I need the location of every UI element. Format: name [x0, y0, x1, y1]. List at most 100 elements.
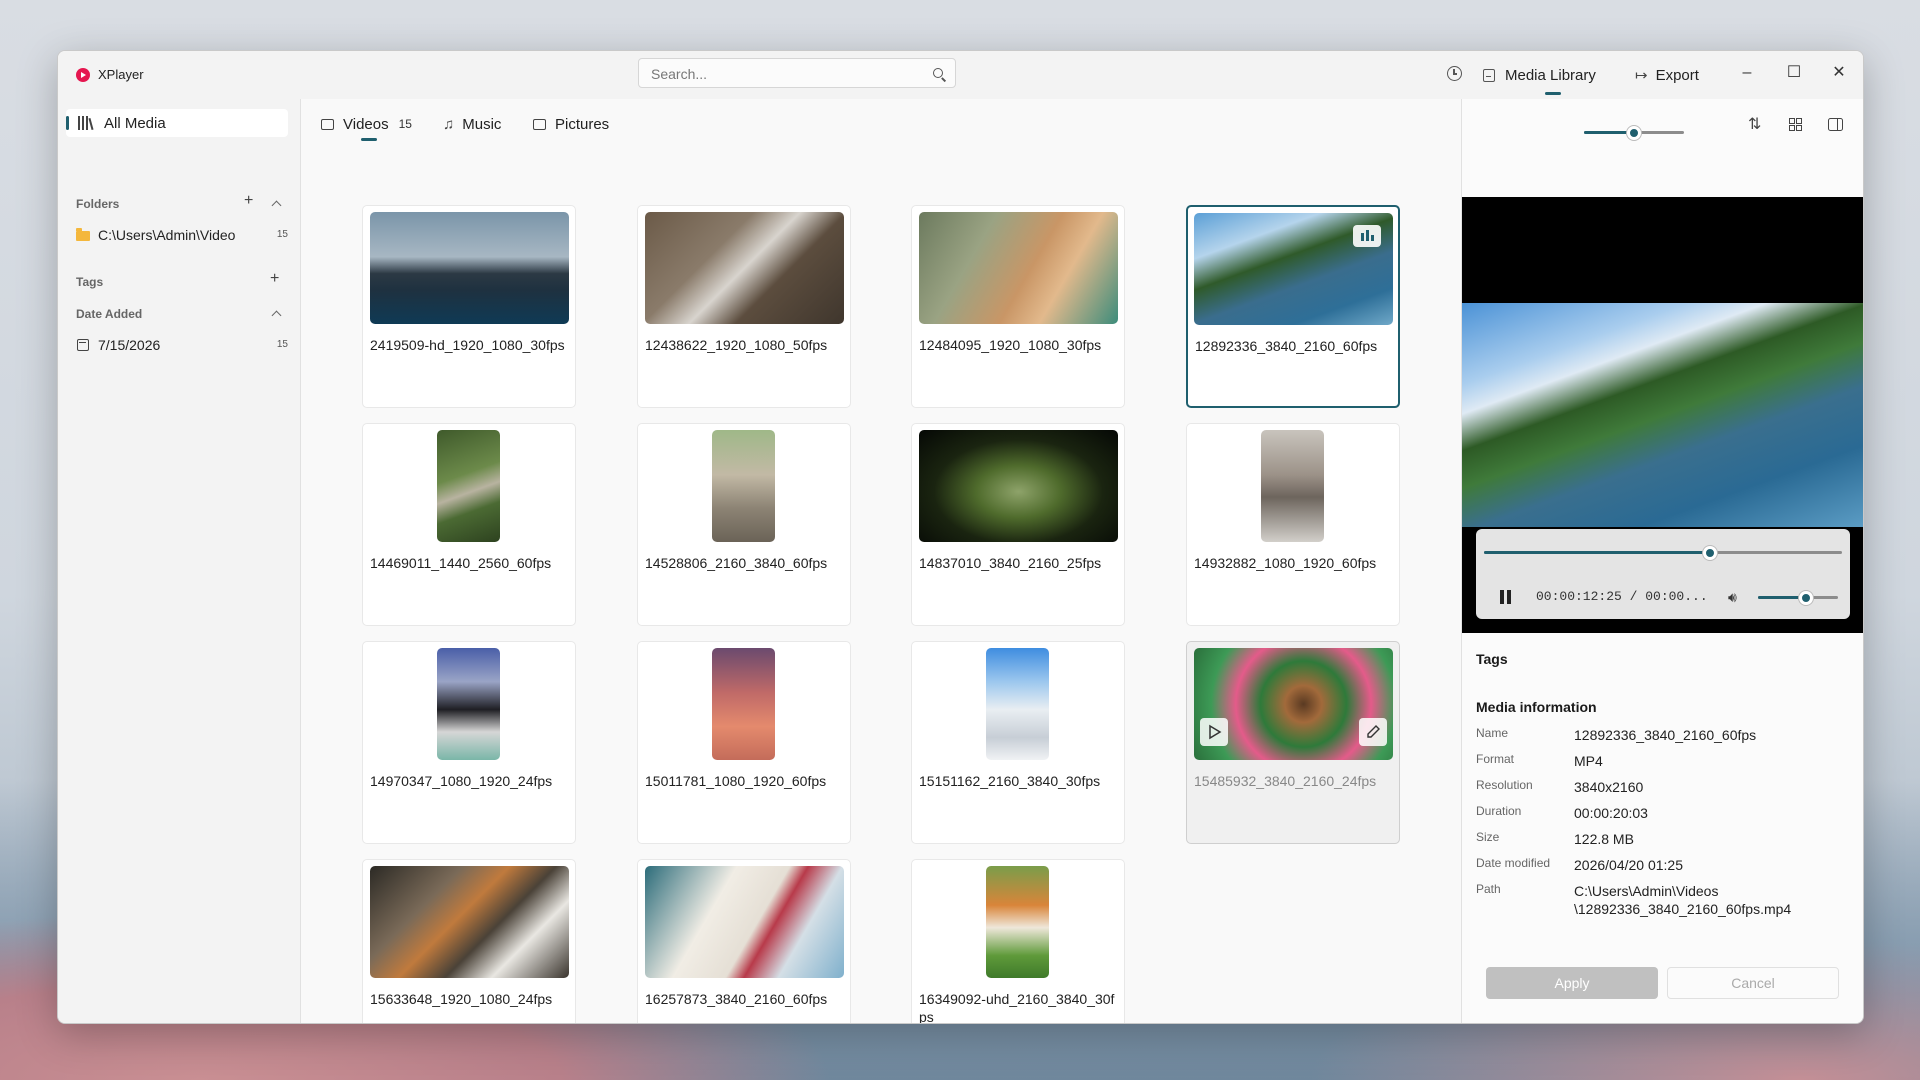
date-count: 15 [276, 339, 288, 350]
media-thumbnail [712, 648, 775, 760]
sidebar-item-folder[interactable]: C:\Users\Admin\Video 15 [76, 223, 288, 249]
media-card-selected[interactable]: 12892336_3840_2160_60fps [1186, 205, 1400, 408]
export-button[interactable]: ↦ Export [1635, 63, 1699, 87]
date-label: 7/15/2026 [98, 337, 161, 353]
media-thumbnail [712, 430, 775, 542]
picture-icon [533, 118, 546, 130]
details-panel: 00:00:12:25 / 00:00... 🔊︎ Tags Media inf… [1461, 99, 1863, 1023]
collapse-folders-icon[interactable] [271, 200, 282, 211]
folders-header: Folders [76, 197, 120, 211]
zoom-slider[interactable] [1584, 123, 1684, 143]
tab-label: Music [462, 115, 502, 133]
media-card[interactable]: 14837010_3840_2160_25fps [911, 423, 1125, 626]
info-key: Resolution [1476, 778, 1533, 792]
volume-icon[interactable]: 🔊︎ [1728, 589, 1737, 606]
media-card[interactable]: 15011781_1080_1920_60fps [637, 641, 851, 844]
zoom-handle[interactable] [1627, 126, 1641, 140]
player-controls: 00:00:12:25 / 00:00... 🔊︎ [1476, 529, 1850, 619]
app-title: XPlayer [98, 67, 144, 82]
media-card-hovered[interactable]: 15485932_3840_2160_24fps [1186, 641, 1400, 844]
info-value: MP4 [1574, 753, 1603, 769]
info-key: Format [1476, 752, 1515, 766]
toggle-details-panel-icon[interactable] [1828, 118, 1843, 131]
maximize-icon[interactable]: ☐ [1779, 60, 1809, 86]
sidebar-item-date[interactable]: 7/15/2026 15 [76, 333, 288, 359]
media-card[interactable]: 14528806_2160_3840_60fps [637, 423, 851, 626]
sort-icon[interactable]: ⇅ [1748, 114, 1761, 134]
tab-label: Pictures [555, 115, 610, 133]
info-value: 00:00:20:03 [1574, 805, 1648, 821]
sidebar: All Media Folders + C:\Users\Admin\Video… [58, 99, 301, 1023]
sidebar-item-label: All Media [104, 115, 166, 132]
info-key: Date modified [1476, 856, 1551, 870]
media-card[interactable]: 2419509-hd_1920_1080_30fps [362, 205, 576, 408]
sidebar-item-all-media[interactable]: All Media [66, 109, 288, 137]
media-name: 16349092-uhd_2160_3840_30fps [919, 991, 1115, 1024]
volume-handle[interactable] [1799, 591, 1813, 605]
media-library-button[interactable]: Media Library [1483, 63, 1596, 87]
video-icon [321, 118, 334, 130]
media-thumbnail [919, 212, 1118, 324]
tab-videos[interactable]: Videos 15 [321, 111, 412, 137]
media-name: 14837010_3840_2160_25fps [919, 555, 1102, 571]
media-card[interactable]: 14970347_1080_1920_24fps [362, 641, 576, 844]
cancel-button[interactable]: Cancel [1667, 967, 1839, 999]
media-name: 15011781_1080_1920_60fps [645, 773, 827, 789]
info-value: 3840x2160 [1574, 779, 1644, 795]
active-indicator [66, 116, 69, 130]
media-card[interactable]: 15151162_2160_3840_30fps [911, 641, 1125, 844]
minimize-icon[interactable]: – [1732, 60, 1762, 86]
media-name: 12892336_3840_2160_60fps [1195, 338, 1378, 354]
title-bar: XPlayer Media Library ↦ Export – ☐ ✕ [58, 51, 1863, 99]
media-thumbnail [437, 430, 500, 542]
app-logo-icon [76, 68, 90, 82]
media-card[interactable]: 12438622_1920_1080_50fps [637, 205, 851, 408]
media-grid-area: Videos 15 ♫ Music Pictures 2419509-hd_19… [301, 99, 1461, 1023]
apply-button[interactable]: Apply [1486, 967, 1658, 999]
media-card[interactable]: 16257873_3840_2160_60fps [637, 859, 851, 1023]
tab-pictures[interactable]: Pictures [533, 111, 609, 137]
close-icon[interactable]: ✕ [1824, 60, 1854, 86]
media-card[interactable]: 16349092-uhd_2160_3840_30fps [911, 859, 1125, 1024]
collapse-date-icon[interactable] [271, 310, 282, 321]
tab-label: Videos [343, 115, 389, 133]
seek-progress [1484, 551, 1710, 554]
info-value: 12892336_3840_2160_60fps [1574, 727, 1757, 743]
seek-handle[interactable] [1702, 546, 1717, 560]
info-key: Name [1476, 726, 1509, 740]
media-card[interactable]: 14469011_1440_2560_60fps [362, 423, 576, 626]
media-info-heading: Media information [1476, 699, 1597, 715]
time-display: 00:00:12:25 / 00:00... [1536, 589, 1708, 604]
edit-icon[interactable] [1359, 718, 1387, 746]
media-name: 12484095_1920_1080_30fps [919, 337, 1102, 353]
tags-heading: Tags [1476, 651, 1508, 667]
play-icon[interactable] [1200, 718, 1228, 746]
media-library-active-indicator [1545, 92, 1561, 95]
playing-indicator-icon [1353, 225, 1381, 247]
media-card[interactable]: 12484095_1920_1080_30fps [911, 205, 1125, 408]
info-key: Path [1476, 882, 1501, 896]
add-folder-icon[interactable]: + [244, 192, 253, 210]
video-player[interactable]: 00:00:12:25 / 00:00... 🔊︎ [1462, 197, 1863, 633]
media-thumbnail [437, 648, 500, 760]
media-thumbnail [919, 430, 1118, 542]
pause-icon[interactable] [1500, 590, 1512, 604]
folder-count: 15 [276, 229, 288, 240]
media-library-icon [1483, 68, 1495, 82]
grid-view-icon[interactable] [1789, 118, 1802, 131]
history-icon[interactable] [1447, 66, 1462, 81]
search-input[interactable] [649, 65, 923, 83]
date-added-header: Date Added [76, 307, 143, 321]
media-card[interactable]: 14932882_1080_1920_60fps [1186, 423, 1400, 626]
media-name: 14970347_1080_1920_24fps [370, 773, 553, 789]
add-tag-icon[interactable]: + [270, 270, 279, 288]
media-name: 16257873_3840_2160_60fps [645, 991, 828, 1007]
tab-count: 15 [398, 117, 412, 131]
media-name: 14528806_2160_3840_60fps [645, 555, 828, 571]
media-card[interactable]: 15633648_1920_1080_24fps [362, 859, 576, 1023]
tab-music[interactable]: ♫ Music [443, 111, 501, 137]
tags-header: Tags [76, 275, 104, 289]
search-icon[interactable] [933, 68, 943, 78]
tab-active-indicator [361, 138, 377, 141]
search-box[interactable] [638, 58, 956, 88]
